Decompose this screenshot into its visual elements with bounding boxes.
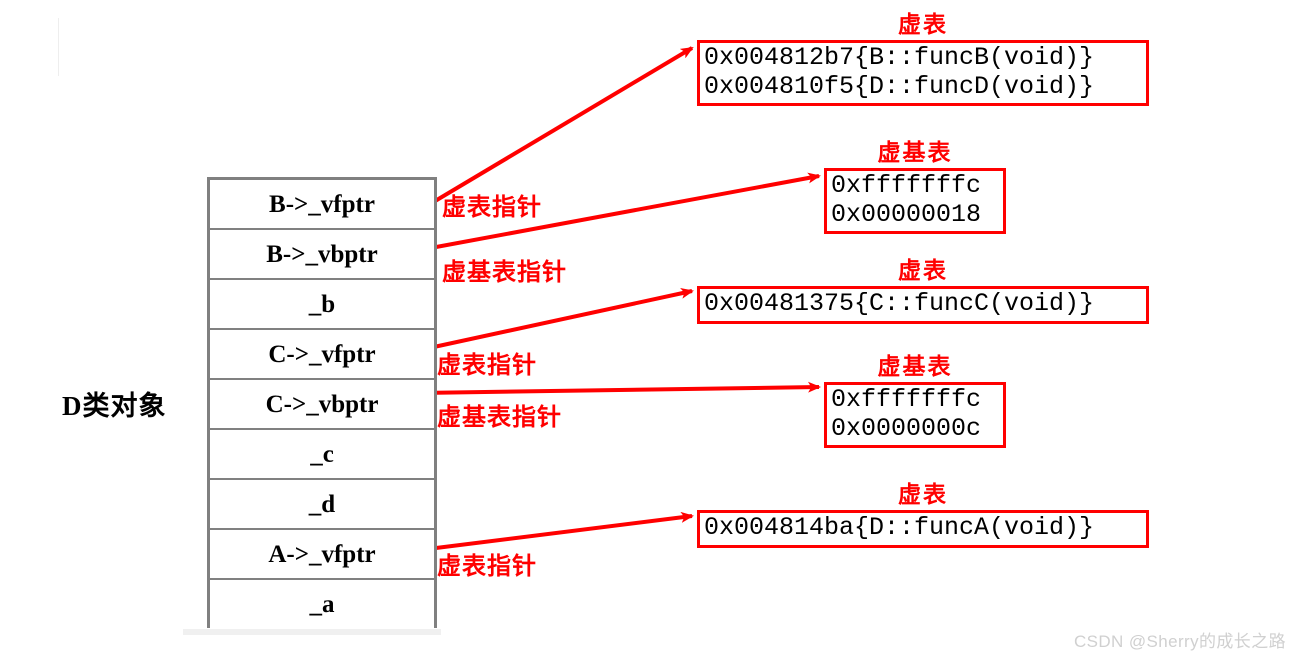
object-row-label: B->_vfptr xyxy=(269,190,375,218)
vtable-a-title: 虚表 xyxy=(898,481,948,507)
object-row: _b xyxy=(210,280,434,330)
vtable-c: 虚表 0x00481375{C::funcC(void)} xyxy=(697,257,1149,324)
vbtable-entry: 0x0000000c xyxy=(831,413,982,443)
pointer-label-b-vfptr: 虚表指针 xyxy=(442,194,542,221)
vtable-b: 虚表 0x004812b7{B::funcB(void)} 0x004810f5… xyxy=(697,11,1149,107)
vbtable-b: 虚基表 0xfffffffc 0x00000018 xyxy=(824,139,1006,235)
vtable-b-box: 0x004812b7{B::funcB(void)} 0x004810f5{D:… xyxy=(697,40,1149,107)
vtable-entry: 0x004814ba{D::funcA(void)} xyxy=(704,513,1095,543)
arrow-c-vfptr xyxy=(419,287,694,352)
object-row-label: _c xyxy=(310,440,334,468)
vtable-entry: 0x004812b7{B::funcB(void)} xyxy=(704,43,1095,73)
vtable-a-box: 0x004814ba{D::funcA(void)} xyxy=(697,510,1149,548)
object-row-label: B->_vbptr xyxy=(266,240,378,268)
object-row: _d xyxy=(210,480,434,530)
object-layout-table: B->_vfptr B->_vbptr _b C->_vfptr C->_vbp… xyxy=(207,177,437,629)
watermark: CSDN @Sherry的成长之路 xyxy=(1073,632,1286,651)
object-row: B->_vbptr xyxy=(210,230,434,280)
vbtable-c-box: 0xfffffffc 0x0000000c xyxy=(824,382,1006,449)
vbtable-entry: 0x00000018 xyxy=(831,199,982,229)
object-row-label: _b xyxy=(308,290,336,318)
object-row-label: A->_vfptr xyxy=(268,540,376,568)
object-row: C->_vfptr xyxy=(210,330,434,380)
object-row: B->_vfptr xyxy=(210,180,434,230)
arrow-b-vfptr xyxy=(418,46,694,212)
object-row-label: C->_vfptr xyxy=(268,340,376,368)
object-row: A->_vfptr xyxy=(210,530,434,580)
vtable-a: 虚表 0x004814ba{D::funcA(void)} xyxy=(697,481,1149,548)
pointer-label-b-vbptr: 虚基表指针 xyxy=(442,259,567,286)
object-row-label: C->_vbptr xyxy=(265,390,379,418)
vbtable-b-box: 0xfffffffc 0x00000018 xyxy=(824,168,1006,235)
object-table-shadow xyxy=(183,629,441,635)
vbtable-entry: 0xfffffffc xyxy=(831,171,982,201)
object-row-label: _d xyxy=(308,490,336,518)
vtable-b-title: 虚表 xyxy=(898,11,948,37)
vtable-entry: 0x004810f5{D::funcD(void)} xyxy=(704,71,1095,101)
arrow-c-vbptr xyxy=(419,381,821,395)
artifact-line xyxy=(58,18,59,76)
vbtable-c: 虚基表 0xfffffffc 0x0000000c xyxy=(824,353,1006,449)
vtable-entry: 0x00481375{C::funcC(void)} xyxy=(704,289,1095,319)
object-row: _a xyxy=(210,580,434,629)
arrow-a-vfptr xyxy=(419,511,694,552)
pointer-label-a-vfptr: 虚表指针 xyxy=(437,553,537,580)
vtable-c-title: 虚表 xyxy=(898,257,948,283)
pointer-label-c-vbptr: 虚基表指针 xyxy=(437,404,562,431)
vtable-c-box: 0x00481375{C::funcC(void)} xyxy=(697,286,1149,324)
vbtable-c-title: 虚基表 xyxy=(877,353,953,379)
object-label: D类对象 xyxy=(62,391,167,421)
vbtable-b-title: 虚基表 xyxy=(877,139,953,165)
object-row: C->_vbptr xyxy=(210,380,434,430)
object-row-label: _a xyxy=(309,591,335,618)
diagram-canvas: D类对象 B->_vfptr B->_vbptr _b C->_vfptr C-… xyxy=(0,0,1300,664)
vbtable-entry: 0xfffffffc xyxy=(831,385,982,415)
pointer-label-c-vfptr: 虚表指针 xyxy=(437,352,537,379)
object-row: _c xyxy=(210,430,434,480)
